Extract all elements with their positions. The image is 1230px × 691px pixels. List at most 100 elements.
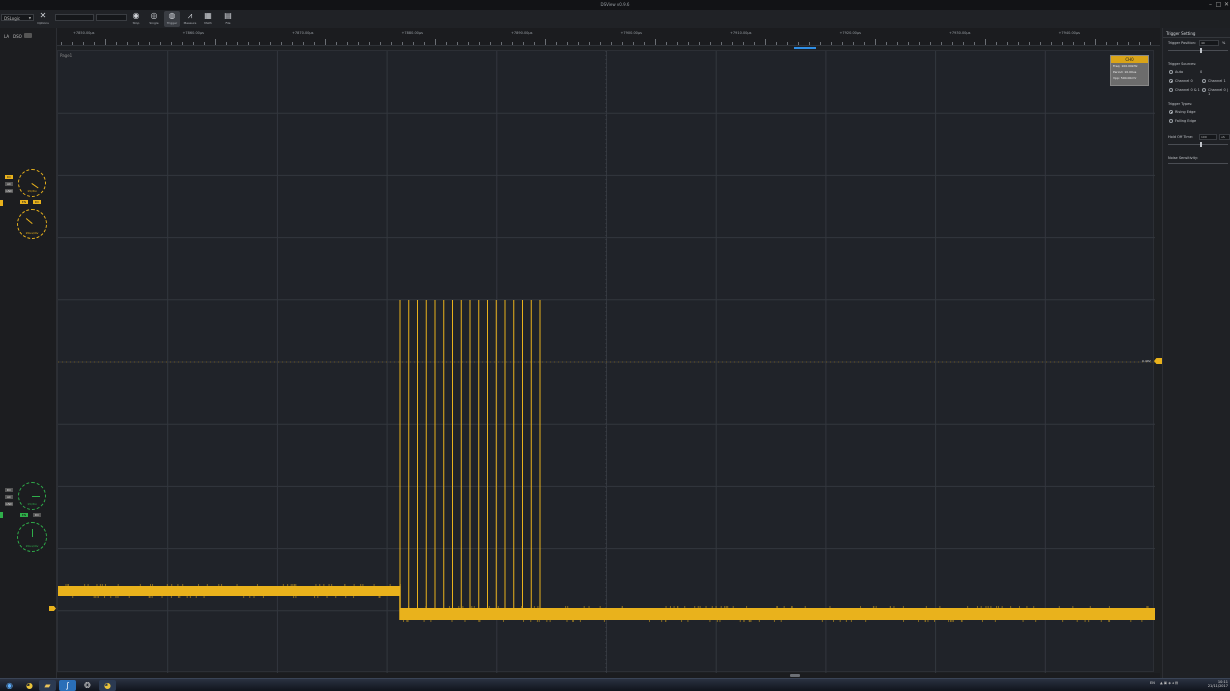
ch1-vdiv-knob[interactable]: 1V/div bbox=[18, 482, 46, 510]
noise-sensitivity-label: Noise Sensitivity: bbox=[1168, 156, 1198, 160]
waveform-noise bbox=[177, 585, 178, 586]
network-icon[interactable]: ❂ bbox=[79, 680, 96, 691]
ruler-tick bbox=[259, 42, 260, 45]
ruler-tick bbox=[1139, 42, 1140, 45]
scrollbar-thumb[interactable] bbox=[790, 674, 800, 677]
waveform-noise bbox=[204, 597, 205, 598]
waveform-noise bbox=[1109, 621, 1110, 622]
holdoff-slider[interactable] bbox=[1168, 144, 1228, 145]
single-button[interactable]: ◎ Single bbox=[146, 11, 162, 27]
mode-toggle[interactable] bbox=[24, 33, 32, 38]
measure-button[interactable]: ⩘ Measure bbox=[182, 11, 198, 27]
ruler-tick bbox=[754, 42, 755, 45]
sample-count-dropdown[interactable] bbox=[55, 14, 94, 21]
noise-sensitivity-slider[interactable] bbox=[1168, 163, 1228, 164]
device-dropdown[interactable]: DSLogic ▼ bbox=[1, 14, 34, 21]
trigger-settings-panel: Trigger Setting Trigger Position: 40 % T… bbox=[1162, 28, 1230, 678]
type-rising-radio[interactable] bbox=[1169, 110, 1173, 114]
ch0-coupling-gnd[interactable]: GND bbox=[5, 189, 13, 193]
waveform-noise bbox=[452, 621, 453, 622]
source-channel1-radio[interactable] bbox=[1202, 79, 1206, 83]
source-auto-radio[interactable] bbox=[1169, 70, 1173, 74]
source-channel1-label: Channel 1 bbox=[1208, 79, 1226, 83]
ruler-tick bbox=[963, 42, 964, 45]
time-ruler[interactable]: +7850.00µs +7860.00µs +7870.00µs +7880.00µs… bbox=[57, 28, 1160, 46]
dsview-icon[interactable]: ∫ bbox=[59, 680, 76, 691]
trigger-position-slider[interactable] bbox=[1168, 50, 1228, 51]
waveform-noise bbox=[791, 607, 792, 608]
ch0-position-knob[interactable]: 20us/div bbox=[17, 209, 47, 239]
slider-thumb[interactable] bbox=[1200, 48, 1202, 53]
ch0-coupling-dc[interactable]: DC bbox=[5, 175, 13, 179]
waveform-noise bbox=[1019, 607, 1020, 608]
holdoff-input[interactable]: 100 bbox=[1199, 134, 1217, 140]
trigger-position-input[interactable]: 40 bbox=[1199, 40, 1219, 46]
waveform-noise bbox=[851, 621, 852, 622]
chrome-icon[interactable]: ◕ bbox=[99, 680, 116, 691]
stop-button[interactable]: ◉ Stop bbox=[128, 11, 144, 27]
waveform-noise bbox=[716, 607, 717, 608]
waveform-plot[interactable]: Page1 bbox=[57, 50, 1154, 672]
tray-icons[interactable]: ▲ ▣ ◈ ◂ ▤ bbox=[1160, 681, 1178, 685]
ruler-tick bbox=[897, 42, 898, 45]
waveform-noise bbox=[530, 621, 531, 622]
waveform-noise bbox=[474, 607, 475, 608]
waveform-noise bbox=[1101, 621, 1102, 622]
mode-tab-dso[interactable]: DSO bbox=[13, 34, 22, 39]
waveform-noise bbox=[243, 597, 244, 598]
waveform-noise bbox=[1088, 621, 1089, 622]
ch1-position-knob[interactable]: 20us/div bbox=[17, 522, 47, 552]
ch1-coupling-dc[interactable]: DC bbox=[5, 488, 13, 492]
explorer-icon[interactable]: ▰ bbox=[39, 680, 56, 691]
maximize-icon[interactable]: □ bbox=[1215, 1, 1222, 8]
waveform-noise bbox=[295, 585, 296, 586]
waveform-noise bbox=[293, 597, 294, 598]
waveform-noise bbox=[335, 597, 336, 598]
ch0-enable-button[interactable]: EN bbox=[20, 200, 28, 204]
waveform-noise bbox=[698, 607, 699, 608]
waveform-noise bbox=[198, 585, 199, 586]
waveform-noise bbox=[822, 621, 823, 622]
source-or-radio[interactable] bbox=[1202, 88, 1206, 92]
ruler-viewport-indicator[interactable] bbox=[794, 47, 816, 49]
sample-rate-dropdown[interactable] bbox=[96, 14, 127, 21]
trigger-button[interactable]: ◍ Trigger bbox=[164, 11, 180, 27]
ch1-dc-button[interactable]: DC bbox=[33, 513, 41, 517]
close-icon[interactable]: ✕ bbox=[1223, 1, 1230, 8]
waveform-noise bbox=[115, 597, 116, 598]
ch0-vdiv-knob[interactable]: 1V/div bbox=[18, 169, 46, 197]
source-channel0-radio[interactable] bbox=[1169, 79, 1173, 83]
ch1-coupling-gnd[interactable]: GND bbox=[5, 502, 13, 506]
tray-clock[interactable]: 10:11 21/11/2017 bbox=[1206, 680, 1228, 688]
trigger-position-unit: % bbox=[1222, 41, 1225, 45]
holdoff-unit-dropdown[interactable]: uS bbox=[1219, 134, 1230, 140]
ruler-tick bbox=[127, 42, 128, 45]
ch0-vdiv-needle bbox=[31, 183, 38, 188]
minimize-icon[interactable]: – bbox=[1207, 1, 1214, 8]
ruler-tick-label: +7860.00µs bbox=[183, 31, 204, 35]
math-button[interactable]: ▦ Math bbox=[200, 11, 216, 27]
ruler-tick bbox=[281, 42, 282, 45]
waveform-noise bbox=[948, 621, 949, 622]
ch0-coupling-ac[interactable]: AC bbox=[5, 182, 13, 186]
trigger-level-marker[interactable] bbox=[1154, 358, 1162, 364]
start-orb-icon[interactable]: ◉ bbox=[1, 680, 18, 691]
ruler-tick bbox=[402, 42, 403, 45]
waveform-noise bbox=[1072, 607, 1073, 608]
waveform-noise bbox=[102, 585, 103, 586]
waveform-noise bbox=[462, 607, 463, 608]
ch1-coupling-ac[interactable]: AC bbox=[5, 495, 13, 499]
source-and-radio[interactable] bbox=[1169, 88, 1173, 92]
ch0-dc-button[interactable]: DC bbox=[33, 200, 41, 204]
type-falling-radio[interactable] bbox=[1169, 119, 1173, 123]
ch1-enable-button[interactable]: EN bbox=[20, 513, 28, 517]
file-button[interactable]: ▤ File bbox=[220, 11, 236, 27]
slider-thumb[interactable] bbox=[1200, 142, 1202, 147]
ch0-position-label: 20us/div bbox=[18, 231, 46, 235]
chrome-icon[interactable]: ◕ bbox=[21, 680, 38, 691]
mode-tab-la[interactable]: LA bbox=[4, 34, 9, 39]
ruler-tick bbox=[578, 42, 579, 45]
ruler-tick bbox=[512, 42, 513, 45]
tray-language[interactable]: EN bbox=[1150, 681, 1155, 685]
options-button[interactable]: ✕ Options bbox=[35, 11, 51, 27]
